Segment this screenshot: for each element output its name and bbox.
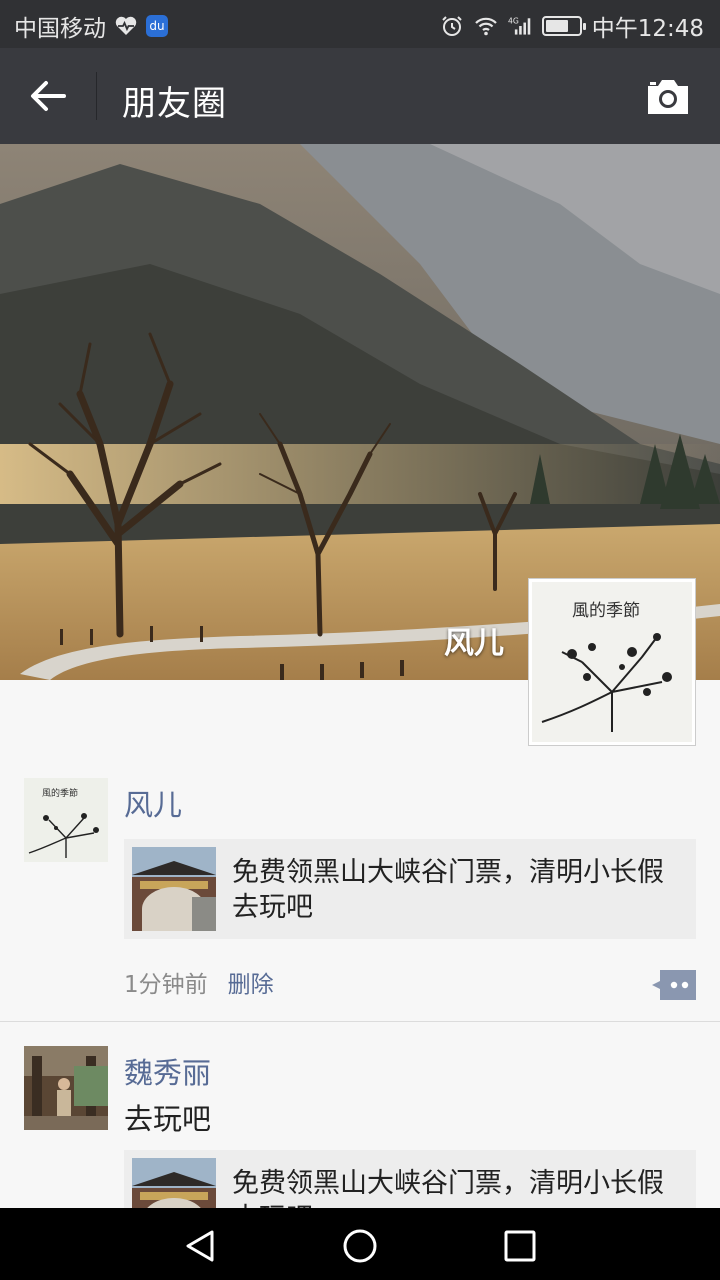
heart-monitor-icon (115, 16, 137, 35)
link-title: 免费领黑山大峡谷门票，清明小长假去玩吧 (232, 857, 664, 923)
baidu-paw-icon: du (146, 15, 168, 37)
user-photo-image (24, 1046, 108, 1130)
nav-recents-icon[interactable] (500, 1226, 540, 1266)
post-author-name[interactable]: 风儿 (124, 782, 182, 824)
status-bar: 中国移动 du 4G 中午12:48 (0, 0, 720, 48)
avatar-tree-image: 風的季節 (24, 778, 108, 862)
carrier-label: 中国移动 (14, 16, 106, 42)
top-bar: 朋友圈 (0, 48, 720, 144)
link-thumbnail (132, 847, 216, 931)
shared-link-card[interactable]: 免费领黑山大峡谷门票，清明小长假去玩吧 (124, 839, 696, 939)
post-item: 風的季節 风儿 免费领黑山大峡谷门票，清明小长假去玩吧 1分钟前 删除 (0, 760, 720, 1022)
cover-user-name: 风儿 (444, 626, 504, 661)
svg-text:風的季節: 風的季節 (42, 787, 78, 799)
comment-menu-icon[interactable] (652, 970, 696, 1000)
header-divider (96, 72, 97, 120)
avatar-tree-image: 風的季節 (532, 582, 692, 742)
post-item: 魏秀丽 去玩吧 免费领黑山大峡谷门票，清明小长假去玩吧 (0, 1022, 720, 1250)
post-author-name[interactable]: 魏秀丽 (124, 1050, 211, 1092)
delete-link[interactable]: 删除 (228, 972, 274, 998)
moments-feed: 風的季節 风儿 免费领黑山大峡谷门票，清明小长假去玩吧 1分钟前 删除 魏秀丽 … (0, 760, 720, 1250)
post-meta: 1分钟前 删除 (124, 965, 274, 999)
wifi-icon (474, 17, 497, 36)
nav-back-icon[interactable] (180, 1226, 220, 1266)
gate-thumbnail-image (132, 847, 216, 931)
my-avatar[interactable]: 風的季節 (528, 578, 696, 746)
post-avatar[interactable]: 風的季節 (24, 778, 108, 862)
svg-text:4G: 4G (508, 16, 519, 25)
post-avatar[interactable] (24, 1046, 108, 1130)
battery-icon (541, 16, 586, 36)
signal-icon: 4G (508, 16, 530, 35)
alarm-icon (441, 16, 462, 36)
system-nav-bar (0, 1208, 720, 1280)
svg-text:風的季節: 風的季節 (572, 601, 640, 621)
back-arrow-icon[interactable] (24, 72, 72, 120)
nav-home-icon[interactable] (340, 1226, 380, 1266)
page-title: 朋友圈 (122, 84, 227, 124)
post-text: 去玩吧 (124, 1102, 212, 1136)
clock: 中午12:48 (591, 16, 704, 42)
post-time: 1分钟前 (124, 972, 208, 998)
camera-icon[interactable] (644, 74, 692, 118)
